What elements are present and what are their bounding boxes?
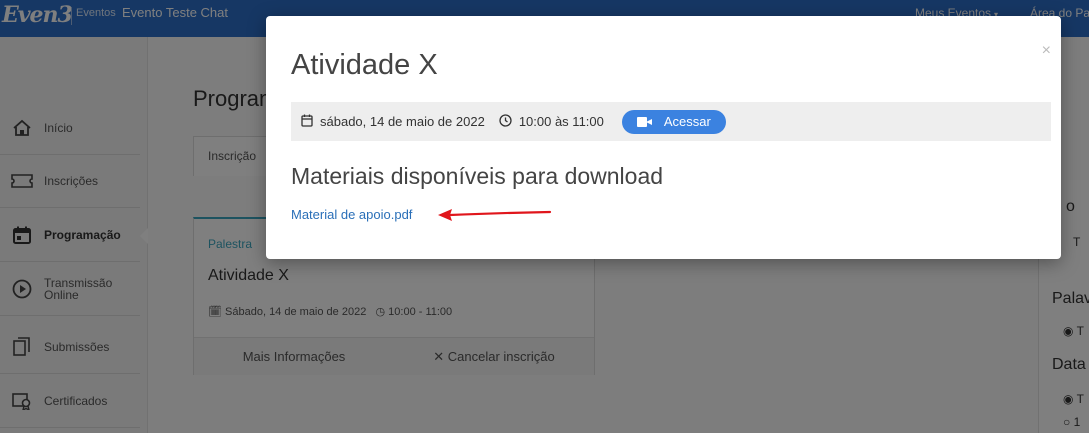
access-label: Acessar xyxy=(663,114,711,129)
video-camera-icon xyxy=(636,116,652,127)
activity-time: 10:00 às 11:00 xyxy=(518,114,604,129)
activity-info-bar: sábado, 14 de maio de 2022 10:00 às 11:0… xyxy=(291,102,1051,141)
materials-heading: Materiais disponíveis para download xyxy=(291,163,664,189)
activity-time-group: 10:00 às 11:00 xyxy=(499,113,604,130)
activity-date-group: sábado, 14 de maio de 2022 xyxy=(301,114,485,130)
close-icon[interactable]: × xyxy=(1042,42,1051,60)
activity-date: sábado, 14 de maio de 2022 xyxy=(320,114,485,129)
material-download-link[interactable]: Material de apoio.pdf xyxy=(291,207,412,222)
clock-icon xyxy=(499,113,512,130)
access-button[interactable]: Acessar xyxy=(621,109,726,134)
modal-title: Atividade X xyxy=(291,49,438,81)
activity-modal: × Atividade X sábado, 14 de maio de 2022… xyxy=(266,16,1061,259)
calendar-icon xyxy=(301,114,313,130)
annotation-arrow-icon xyxy=(438,209,552,221)
